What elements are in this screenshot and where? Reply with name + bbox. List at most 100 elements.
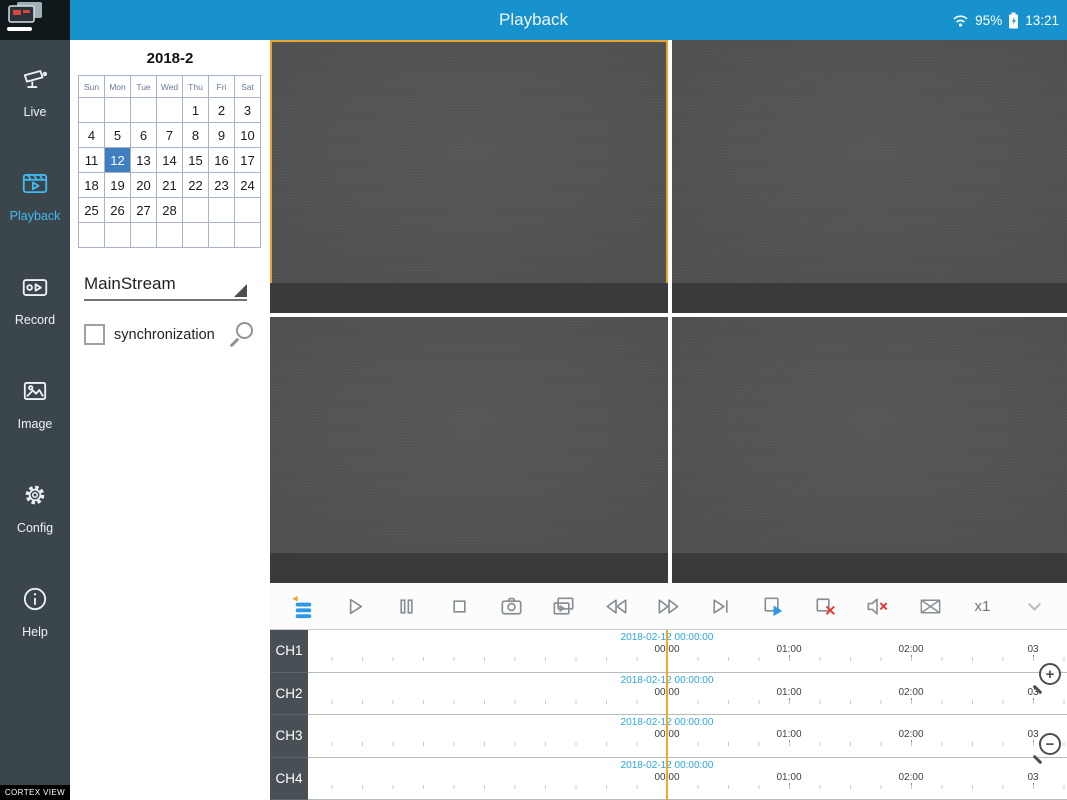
hour-label: 02:00 xyxy=(898,687,923,698)
zoom-in-icon: + xyxy=(1039,663,1061,685)
menu-button[interactable] xyxy=(0,0,70,40)
calendar-day[interactable]: 1 xyxy=(183,98,209,123)
sidebar-item-record[interactable]: Record xyxy=(0,272,70,376)
video-panel-2[interactable] xyxy=(672,40,1067,313)
timeline-panel: CH12018-02-12 00:00:0000:0001:0002:0003C… xyxy=(270,630,1067,800)
calendar-day[interactable]: 27 xyxy=(131,198,157,223)
stream-type-selector[interactable]: MainStream xyxy=(84,274,247,301)
sidebar-item-playback[interactable]: Playback xyxy=(0,168,70,272)
calendar-empty-cell xyxy=(79,223,105,248)
timeline-zoom-in-button[interactable]: + xyxy=(1031,663,1061,693)
mute-button[interactable] xyxy=(862,590,894,622)
calendar-day[interactable]: 13 xyxy=(131,148,157,173)
video-panel-3[interactable] xyxy=(270,317,668,583)
hour-label: 01:00 xyxy=(776,729,801,740)
calendar-day[interactable]: 24 xyxy=(235,173,261,198)
calendar-day[interactable]: 28 xyxy=(157,198,183,223)
calendar-weekday: Tue xyxy=(131,76,157,98)
timeline-zoom-out-button[interactable]: − xyxy=(1031,733,1061,763)
calendar-weekday: Sun xyxy=(79,76,105,98)
timeline-row: CH32018-02-12 00:00:0000:0001:0002:0003 xyxy=(270,715,1067,758)
record-clip-icon xyxy=(549,592,578,621)
calendar-day[interactable]: 14 xyxy=(157,148,183,173)
brand-label: CORTEX VIEW xyxy=(0,785,70,800)
play-button[interactable] xyxy=(338,590,370,622)
calendar-day[interactable]: 10 xyxy=(235,123,261,148)
wifi-icon xyxy=(952,14,969,27)
calendar-month-title: 2018-2 xyxy=(70,50,270,67)
calendar-day[interactable]: 16 xyxy=(209,148,235,173)
sidebar-item-image[interactable]: Image xyxy=(0,376,70,480)
calendar-day[interactable]: 8 xyxy=(183,123,209,148)
stretch-icon xyxy=(916,592,945,621)
chevron-down-icon xyxy=(1020,592,1049,621)
file-list-button[interactable] xyxy=(286,590,318,622)
pause-button[interactable] xyxy=(391,590,423,622)
calendar-day[interactable]: 3 xyxy=(235,98,261,123)
playhead-line[interactable] xyxy=(666,630,668,800)
playback-screen: Playback 95% 13:21 xyxy=(0,0,1067,800)
calendar-day[interactable]: 19 xyxy=(105,173,131,198)
calendar-day[interactable]: 9 xyxy=(209,123,235,148)
search-button[interactable] xyxy=(227,321,254,348)
playback-toolbar: x1 xyxy=(270,583,1067,630)
calendar-day[interactable]: 22 xyxy=(183,173,209,198)
video-panel-4[interactable] xyxy=(672,317,1067,583)
stretch-button[interactable] xyxy=(914,590,946,622)
play-all-button[interactable] xyxy=(757,590,789,622)
synchronization-checkbox[interactable] xyxy=(84,324,105,345)
frame-step-button[interactable] xyxy=(705,590,737,622)
synchronization-label: synchronization xyxy=(114,327,215,343)
fast-forward-button[interactable] xyxy=(652,590,684,622)
calendar-empty-cell xyxy=(235,198,261,223)
calendar-weekday: Sat xyxy=(235,76,261,98)
hour-label: 02:00 xyxy=(898,772,923,783)
timeline-row: CH22018-02-12 00:00:0000:0001:0002:0003 xyxy=(270,673,1067,716)
calendar-empty-cell xyxy=(131,223,157,248)
main-area: x1 CH12018-02-12 00:00:0000:0001:0002:00… xyxy=(270,40,1067,800)
sidebar-item-help[interactable]: Help xyxy=(0,584,70,688)
stop-all-button[interactable] xyxy=(809,590,841,622)
speed-button[interactable]: x1 xyxy=(966,590,998,622)
timeline-track[interactable]: 2018-02-12 00:00:0000:0001:0002:0003 xyxy=(308,630,1067,673)
calendar-day[interactable]: 7 xyxy=(157,123,183,148)
snapshot-button[interactable] xyxy=(495,590,527,622)
rewind-button[interactable] xyxy=(600,590,632,622)
sidebar-item-label: Config xyxy=(17,521,53,535)
calendar-day[interactable]: 23 xyxy=(209,173,235,198)
calendar-weekday: Wed xyxy=(157,76,183,98)
video-panel-1[interactable] xyxy=(270,40,668,313)
calendar-day[interactable]: 17 xyxy=(235,148,261,173)
calendar-day[interactable]: 11 xyxy=(79,148,105,173)
calendar-day[interactable]: 15 xyxy=(183,148,209,173)
calendar-empty-cell xyxy=(157,98,183,123)
calendar-empty-cell xyxy=(183,223,209,248)
calendar-day[interactable]: 12 xyxy=(105,148,131,173)
sidebar-item-config[interactable]: Config xyxy=(0,480,70,584)
battery-percent: 95% xyxy=(975,13,1002,28)
calendar-day[interactable]: 18 xyxy=(79,173,105,198)
timeline-track[interactable]: 2018-02-12 00:00:0000:0001:0002:0003 xyxy=(308,715,1067,758)
top-bar: Playback 95% 13:21 xyxy=(0,0,1067,40)
record-clip-button[interactable] xyxy=(548,590,580,622)
mute-icon xyxy=(863,592,892,621)
calendar-day[interactable]: 25 xyxy=(79,198,105,223)
hour-label: 01:00 xyxy=(776,687,801,698)
calendar-day[interactable]: 4 xyxy=(79,123,105,148)
calendar-day[interactable]: 21 xyxy=(157,173,183,198)
calendar-day[interactable]: 6 xyxy=(131,123,157,148)
clock: 13:21 xyxy=(1025,13,1059,28)
calendar-day[interactable]: 2 xyxy=(209,98,235,123)
calendar-day[interactable]: 26 xyxy=(105,198,131,223)
calendar-day[interactable]: 5 xyxy=(105,123,131,148)
timeline-track[interactable]: 2018-02-12 00:00:0000:0001:0002:0003 xyxy=(308,673,1067,716)
status-bar: 95% 13:21 xyxy=(952,0,1059,40)
calendar-day[interactable]: 20 xyxy=(131,173,157,198)
config-gear-icon xyxy=(20,480,50,510)
sidebar-item-live[interactable]: Live xyxy=(0,64,70,168)
timeline-track[interactable]: 2018-02-12 00:00:0000:0001:0002:0003 xyxy=(308,758,1067,800)
sidebar-item-label: Playback xyxy=(10,209,61,223)
collapse-toolbar-button[interactable] xyxy=(1019,590,1051,622)
stop-button[interactable] xyxy=(443,590,475,622)
playback-icon xyxy=(20,168,50,198)
